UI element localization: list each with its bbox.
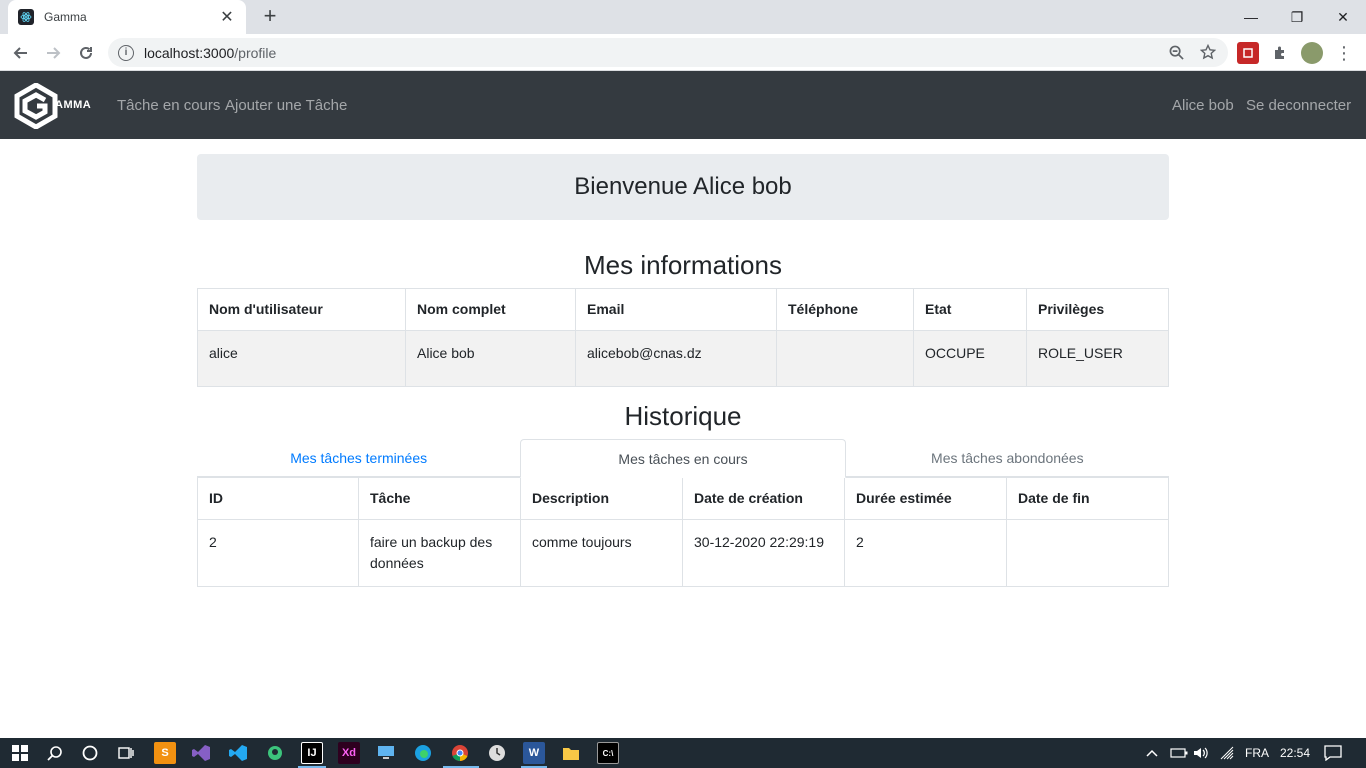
- nav-link-user[interactable]: Alice bob: [1172, 97, 1234, 114]
- info-privileges: ROLE_USER: [1026, 330, 1169, 387]
- history-header-created: Date de création: [682, 477, 845, 520]
- battery-icon[interactable]: [1170, 738, 1188, 768]
- maximize-button[interactable]: ❐: [1274, 0, 1320, 34]
- history-cell-task: faire un backup des données: [358, 519, 521, 587]
- chrome-icon[interactable]: [449, 742, 471, 764]
- url-host: localhost:3000: [144, 44, 235, 61]
- intellij-icon[interactable]: IJ: [301, 742, 323, 764]
- history-tabs: Mes tâches terminées Mes tâches en cours…: [197, 439, 1169, 478]
- info-table: Nom d'utilisateur Nom complet Email Télé…: [197, 288, 1169, 387]
- info-header-row: Nom d'utilisateur Nom complet Email Télé…: [197, 288, 1169, 331]
- search-icon[interactable]: [44, 742, 66, 764]
- info-icon[interactable]: i: [118, 44, 134, 61]
- clock[interactable]: 22:54: [1280, 738, 1310, 768]
- browser-tab-strip: Gamma ✕ + — ❐ ✕: [0, 0, 1366, 34]
- info-state: OCCUPE: [913, 330, 1027, 387]
- remote-desktop-icon[interactable]: [375, 742, 397, 764]
- welcome-banner: Bienvenue Alice bob: [197, 154, 1169, 220]
- extension-icon[interactable]: [1237, 42, 1259, 64]
- windows-start-icon[interactable]: [9, 742, 31, 764]
- tab-abandoned-tasks[interactable]: Mes tâches abondonées: [846, 439, 1169, 476]
- history-header-description: Description: [520, 477, 683, 520]
- vscode-icon[interactable]: [227, 742, 249, 764]
- history-header-task: Tâche: [358, 477, 521, 520]
- network-icon[interactable]: [1220, 738, 1236, 768]
- history-header-duration: Durée estimée: [844, 477, 1007, 520]
- table-row: alice Alice bob alicebob@cnas.dz OCCUPE …: [197, 330, 1169, 387]
- edge-icon[interactable]: [412, 742, 434, 764]
- windows-taskbar: S IJ Xd W C:\ FRA 22:54: [0, 738, 1366, 768]
- task-view-icon[interactable]: [115, 742, 137, 764]
- history-cell-id: 2: [197, 519, 359, 587]
- language-indicator[interactable]: FRA: [1245, 738, 1269, 768]
- tab-current-tasks[interactable]: Mes tâches en cours: [520, 439, 846, 478]
- nav-link-current-task[interactable]: Tâche en cours: [117, 97, 220, 114]
- forward-icon[interactable]: [40, 40, 66, 66]
- info-email: alicebob@cnas.dz: [575, 330, 777, 387]
- file-explorer-icon[interactable]: [560, 742, 582, 764]
- nav-link-add-task[interactable]: Ajouter une Tâche: [225, 97, 347, 114]
- url-path: /profile: [234, 44, 277, 61]
- back-icon[interactable]: [8, 40, 34, 66]
- brand-logo[interactable]: AMMA: [13, 83, 91, 129]
- volume-icon[interactable]: [1193, 738, 1209, 768]
- info-fullname: Alice bob: [405, 330, 576, 387]
- notifications-icon[interactable]: [1324, 738, 1342, 768]
- terminal-icon[interactable]: C:\: [597, 742, 619, 764]
- react-icon: [18, 9, 34, 25]
- history-table: ID Tâche Description Date de création Du…: [197, 477, 1169, 587]
- history-header-row: ID Tâche Description Date de création Du…: [197, 477, 1169, 520]
- cortana-icon[interactable]: [79, 742, 101, 764]
- info-phone: [776, 330, 914, 387]
- main-content: Bienvenue Alice bob Mes informations Nom…: [197, 154, 1169, 587]
- address-bar[interactable]: i localhost:3000/profile: [108, 38, 1228, 67]
- close-window-button[interactable]: ✕: [1320, 0, 1366, 34]
- clock-app-icon[interactable]: [486, 742, 508, 764]
- info-title: Mes informations: [584, 250, 782, 280]
- word-icon[interactable]: W: [523, 742, 545, 764]
- zoom-icon[interactable]: [1167, 43, 1185, 61]
- reload-icon[interactable]: [73, 40, 99, 66]
- gitkraken-icon[interactable]: [264, 742, 286, 764]
- history-header-end: Date de fin: [1006, 477, 1169, 520]
- browser-tab-title: Gamma: [44, 10, 87, 24]
- sublime-text-icon[interactable]: S: [154, 742, 176, 764]
- info-header-email: Email: [575, 288, 777, 331]
- visual-studio-icon[interactable]: [190, 742, 212, 764]
- adobe-xd-icon[interactable]: Xd: [338, 742, 360, 764]
- tray-chevron-icon[interactable]: [1146, 738, 1158, 768]
- browser-tab[interactable]: Gamma ✕: [8, 0, 246, 34]
- table-row: 2 faire un backup des données comme touj…: [197, 519, 1169, 587]
- info-header-fullname: Nom complet: [405, 288, 576, 331]
- history-cell-end: [1006, 519, 1169, 587]
- tab-completed-tasks[interactable]: Mes tâches terminées: [197, 439, 520, 476]
- minimize-button[interactable]: —: [1228, 0, 1274, 34]
- history-header-id: ID: [197, 477, 359, 520]
- history-title: Historique: [624, 401, 742, 431]
- close-tab-icon[interactable]: ✕: [218, 7, 236, 27]
- brand-text: AMMA: [55, 99, 92, 111]
- profile-avatar[interactable]: [1301, 42, 1323, 64]
- info-header-state: Etat: [913, 288, 1027, 331]
- history-cell-created: 30-12-2020 22:29:19: [682, 519, 845, 587]
- history-cell-duration: 2: [844, 519, 1007, 587]
- browser-menu-icon[interactable]: ⋮: [1333, 42, 1355, 64]
- extensions-puzzle-icon[interactable]: [1269, 42, 1291, 64]
- history-cell-description: comme toujours: [520, 519, 683, 587]
- info-header-phone: Téléphone: [776, 288, 914, 331]
- gamma-logo-icon: [14, 83, 58, 129]
- browser-toolbar: i localhost:3000/profile ⋮: [0, 34, 1366, 71]
- bookmark-star-icon[interactable]: [1199, 43, 1217, 61]
- info-username: alice: [197, 330, 406, 387]
- nav-link-logout[interactable]: Se deconnecter: [1246, 97, 1351, 114]
- new-tab-button[interactable]: +: [258, 5, 282, 29]
- info-header-privileges: Privilèges: [1026, 288, 1169, 331]
- info-header-username: Nom d'utilisateur: [197, 288, 406, 331]
- app-navbar: AMMA Tâche en cours Ajouter une Tâche Al…: [0, 71, 1366, 139]
